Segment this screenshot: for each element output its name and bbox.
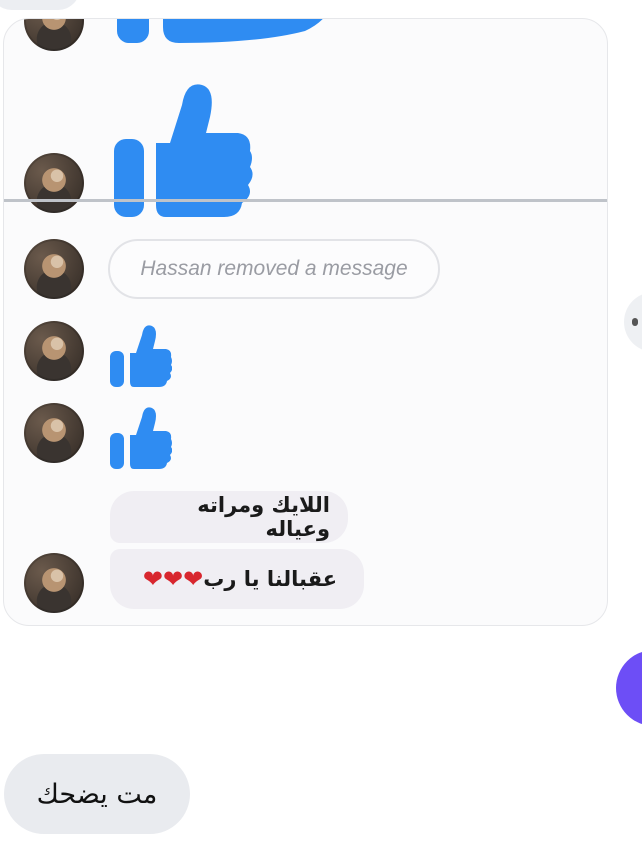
heart-icon: ❤❤❤ — [142, 565, 204, 593]
thumbs-up-icon — [117, 19, 323, 43]
thumbs-up-icon — [110, 407, 172, 469]
sent-message-bubble[interactable] — [616, 650, 642, 726]
avatar — [24, 321, 84, 381]
hearts-emoji: ❤❤❤ — [143, 567, 203, 591]
avatar — [24, 19, 84, 51]
chat-screen: Hassan removed a message اللايك ومراته و… — [0, 0, 642, 856]
reply-bubble[interactable]: مت يضحك — [4, 754, 190, 834]
removed-message-notice: Hassan removed a message — [108, 239, 440, 299]
message-bubble: اللايك ومراته وعياله — [110, 491, 348, 543]
reply-text: مت يضحك — [36, 778, 158, 810]
message-text: عقبالنا يا رب — [203, 567, 338, 591]
cropped-character — [632, 318, 638, 326]
avatar — [24, 153, 84, 213]
avatar — [24, 239, 84, 299]
thumbs-up-icon — [110, 325, 172, 387]
avatar — [24, 553, 84, 613]
message-text: اللايك ومراته وعياله — [197, 493, 330, 541]
shared-screenshot-card[interactable]: Hassan removed a message اللايك ومراته و… — [3, 18, 608, 626]
avatar — [24, 403, 84, 463]
previous-message-bubble[interactable] — [0, 0, 80, 10]
screenshot-divider — [4, 199, 607, 202]
thumbs-up-icon — [114, 84, 253, 217]
message-bubble: عقبالنا يا رب ❤❤❤ — [110, 549, 364, 609]
